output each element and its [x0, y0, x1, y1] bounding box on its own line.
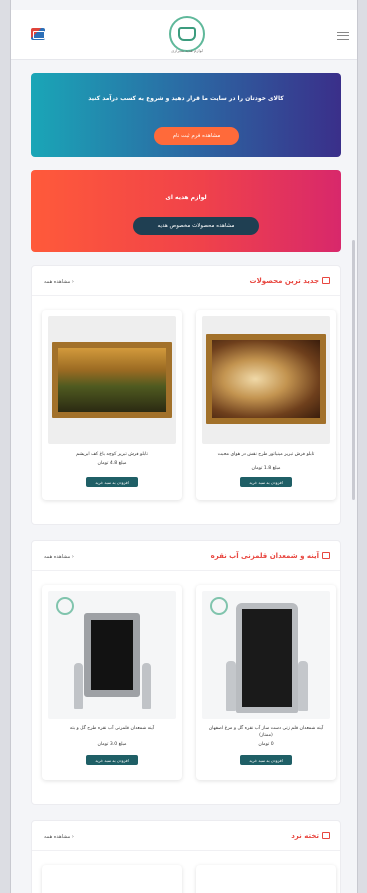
view-all-link[interactable]: ‹ مشاهده همه — [44, 279, 74, 285]
section-title: جدید ترین محصولات — [250, 277, 330, 285]
gift-products-button[interactable]: مشاهده محصولات مخصوص هدیه — [133, 217, 259, 235]
section-header: جدید ترین محصولات ‹ مشاهده همه — [32, 266, 340, 296]
logo-emblem-icon — [178, 27, 196, 41]
site-header: لوازم هدیه شیرازی — [11, 10, 357, 60]
add-to-cart-button[interactable]: افزودن به سبد خرید — [86, 755, 138, 765]
candlestick-image — [298, 661, 308, 711]
basket-icon — [322, 277, 330, 284]
watermark-logo-icon — [56, 597, 74, 615]
newest-products-section: جدید ترین محصولات ‹ مشاهده همه تابلو فرش… — [31, 265, 341, 525]
product-card[interactable]: تابلو فرش تبریز کوچه باغ کف ابریشم مبلغ … — [42, 310, 182, 500]
mobile-viewport: لوازم هدیه شیرازی کالای خودتان را در سای… — [10, 0, 358, 893]
section-header: آینه و شمعدان قلمزنی آب نقره ‹ مشاهده هم… — [32, 541, 340, 571]
shopping-bag-icon[interactable] — [31, 28, 45, 40]
view-all-link[interactable]: ‹ مشاهده همه — [44, 554, 74, 560]
product-title[interactable]: تابلو فرش تبریز مینیاتور طرح نقش در هوای… — [202, 452, 330, 459]
site-logo[interactable] — [169, 16, 205, 52]
signup-banner-text: کالای خودتان را در سایت ما قرار دهید و ش… — [88, 95, 284, 102]
product-card[interactable]: آینه شمعدان قلمزنی آب نقره طرح گل و بته … — [42, 585, 182, 780]
add-to-cart-button[interactable]: افزودن به سبد خرید — [240, 477, 292, 487]
product-image[interactable] — [202, 316, 330, 444]
add-to-cart-button[interactable]: افزودن به سبد خرید — [240, 755, 292, 765]
hamburger-menu-icon[interactable] — [337, 32, 349, 40]
gifts-banner: لوازم هدیه ای مشاهده محصولات مخصوص هدیه — [31, 170, 341, 252]
mirror-image — [236, 603, 298, 713]
logo-caption: لوازم هدیه شیرازی — [171, 48, 203, 53]
product-price: مبلغ 3.0 تومان — [97, 742, 127, 747]
add-to-cart-button[interactable]: افزودن به سبد خرید — [86, 477, 138, 487]
mirror-image — [84, 613, 140, 697]
product-title[interactable]: آینه شمعدان قلمزنی آب نقره طرح گل و بته — [48, 726, 176, 733]
product-card[interactable] — [42, 865, 182, 893]
section-title: تخته نرد — [291, 832, 330, 840]
gift-icon — [322, 832, 330, 839]
product-price: مبلغ 1.8 تومان — [251, 466, 281, 471]
page-scrollbar[interactable] — [352, 240, 355, 500]
carpet-painting-image — [52, 342, 172, 418]
gift-icon — [322, 552, 330, 559]
product-title[interactable]: تابلو فرش تبریز کوچه باغ کف ابریشم — [48, 452, 176, 459]
candlestick-image — [74, 663, 83, 709]
product-price: مبلغ 4.8 تومان — [97, 461, 127, 466]
signup-form-button[interactable]: مشاهده فرم ثبت نام — [154, 127, 239, 145]
candlestick-image — [142, 663, 151, 709]
product-image[interactable] — [202, 591, 330, 719]
product-card[interactable]: تابلو فرش تبریز مینیاتور طرح نقش در هوای… — [196, 310, 336, 500]
section-title: آینه و شمعدان قلمزنی آب نقره — [211, 552, 330, 560]
gifts-banner-text: لوازم هدیه ای — [165, 194, 207, 201]
silver-mirror-section: آینه و شمعدان قلمزنی آب نقره ‹ مشاهده هم… — [31, 540, 341, 805]
section-header: تخته نرد ‹ مشاهده همه — [32, 821, 340, 851]
carpet-painting-image — [206, 334, 326, 424]
signup-banner: کالای خودتان را در سایت ما قرار دهید و ش… — [31, 73, 341, 157]
view-all-link[interactable]: ‹ مشاهده همه — [44, 834, 74, 840]
product-card[interactable] — [196, 865, 336, 893]
product-title[interactable]: آینه شمعدان قلم زنی دست ساز آب نقره گل و… — [202, 726, 330, 739]
watermark-logo-icon — [210, 597, 228, 615]
product-price: 0 تومان — [258, 742, 274, 747]
backgammon-section: تخته نرد ‹ مشاهده همه — [31, 820, 341, 893]
product-image[interactable] — [48, 316, 176, 444]
product-card[interactable]: آینه شمعدان قلم زنی دست ساز آب نقره گل و… — [196, 585, 336, 780]
product-image[interactable] — [48, 591, 176, 719]
candlestick-image — [226, 661, 236, 711]
